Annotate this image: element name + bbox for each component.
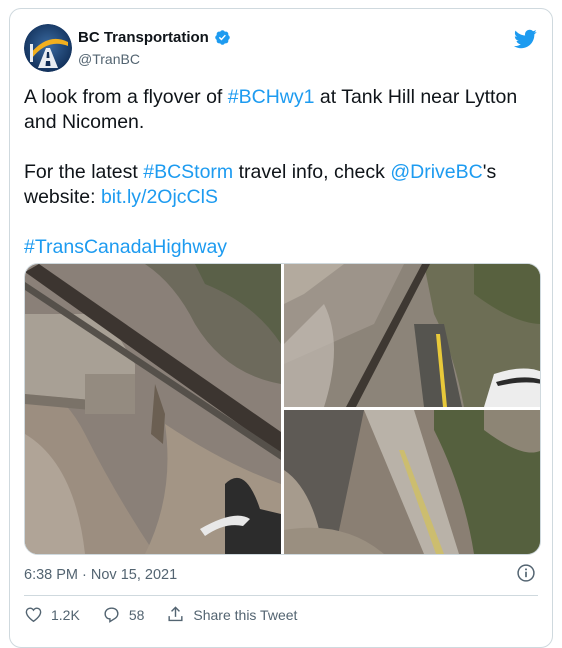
divider	[24, 595, 538, 596]
hashtag-bchwy1-link[interactable]: #BCHwy1	[228, 86, 315, 108]
avatar[interactable]	[24, 24, 72, 72]
reply-button[interactable]: 58	[102, 605, 145, 624]
reply-icon	[104, 607, 119, 623]
tweet-text-segment: For the latest	[24, 161, 144, 183]
tweet-text-segment: and Nicomen.	[24, 111, 145, 133]
timestamp[interactable]: 6:38 PM · Nov 15, 2021	[24, 567, 177, 583]
like-button[interactable]: 1.2K	[24, 605, 80, 624]
share-label: Share this Tweet	[193, 606, 298, 623]
heart-icon	[25, 607, 42, 623]
share-icon	[168, 606, 183, 622]
info-icon[interactable]	[516, 563, 536, 583]
tweet-text-segment: at Tank Hill near Lytton	[314, 86, 518, 108]
handle[interactable]: @TranBC	[78, 51, 140, 67]
media-grid	[24, 263, 541, 555]
tweet-text-segment: 's	[482, 161, 497, 183]
tweet-text: A look from a flyover of #BCHwy1 at Tank…	[24, 85, 534, 260]
verified-badge-icon	[215, 30, 230, 45]
photo-road-washout-aerial[interactable]	[284, 410, 540, 554]
tweet-text-segment: A look from a flyover of	[24, 86, 228, 108]
like-count: 1.2K	[51, 606, 80, 623]
bc-transportation-logo-icon	[24, 24, 72, 72]
hashtag-transcanadahighway-link[interactable]: #TransCanadaHighway	[24, 236, 227, 258]
reply-count: 58	[128, 606, 145, 623]
twitter-bird-icon[interactable]	[513, 27, 537, 51]
tweet-text-segment: website:	[24, 186, 101, 208]
display-name[interactable]: BC Transportation	[78, 29, 209, 46]
tweet-text-segment: travel info, check	[233, 161, 391, 183]
hashtag-bcstorm-link[interactable]: #BCStorm	[143, 161, 233, 183]
bitly-link[interactable]: bit.ly/2OjcClS	[101, 186, 218, 208]
photo-highway-collapse[interactable]	[284, 264, 540, 407]
tweet-card[interactable]: BC Transportation @TranBC A look from a …	[9, 8, 553, 648]
share-button[interactable]: Share this Tweet	[166, 605, 297, 624]
mention-drivebc-link[interactable]: @DriveBC	[390, 161, 482, 183]
photo-railway-bridge-washout[interactable]	[25, 264, 281, 554]
tweet-actions: 1.2K 58 Share this Tweet	[24, 605, 319, 624]
